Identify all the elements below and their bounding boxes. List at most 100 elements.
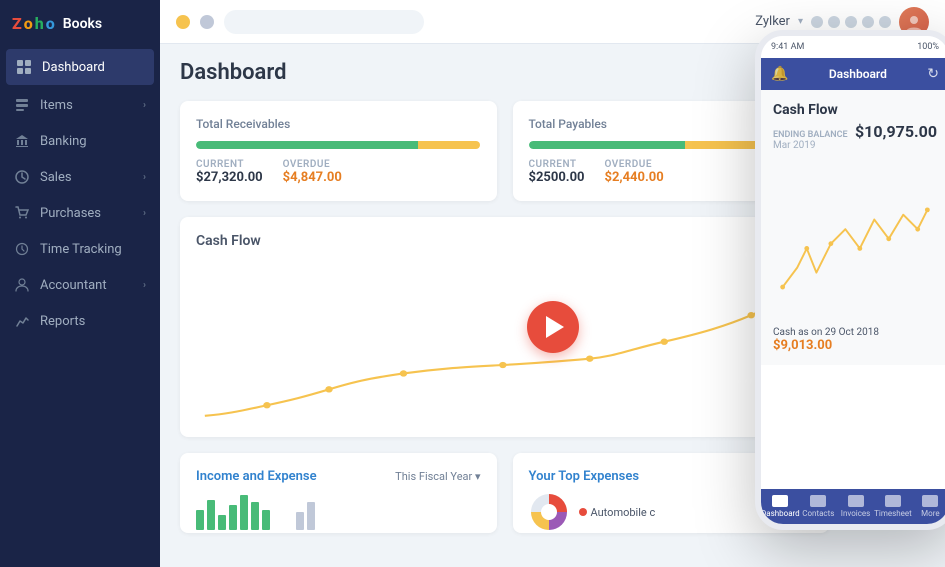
phone-nav-more-label: More xyxy=(921,509,939,518)
sidebar-item-items[interactable]: Items › xyxy=(0,87,160,123)
sidebar-item-accountant[interactable]: Accountant › xyxy=(0,267,160,303)
receivables-amounts: CURRENT $27,320.00 OVERDUE $4,847.00 xyxy=(196,159,481,185)
phone-screen: 9:41 AM 100% 🔔 Dashboard ↻ Cash Flow END… xyxy=(761,36,945,524)
receivables-current-label: CURRENT xyxy=(196,159,263,170)
phone-nav-contacts[interactable]: Contacts xyxy=(800,495,837,518)
phone-nav-invoices-label: Invoices xyxy=(841,509,870,518)
play-button[interactable] xyxy=(527,301,579,353)
sidebar-item-banking[interactable]: Banking xyxy=(0,123,160,159)
bar-3 xyxy=(218,515,226,530)
sales-icon xyxy=(14,169,30,185)
topbar-dot-1 xyxy=(811,16,823,28)
fiscal-year-dropdown[interactable]: This Fiscal Year ▾ xyxy=(395,470,480,483)
payables-overdue-amount: $2,440.00 xyxy=(604,170,663,185)
phone-time: 9:41 AM xyxy=(771,42,804,52)
phone-navbar: 🔔 Dashboard ↻ xyxy=(761,58,945,90)
accountant-icon xyxy=(14,277,30,293)
phone-nav-dashboard-label: Dashboard xyxy=(761,509,800,518)
logo-area: Zoho Books xyxy=(0,0,160,47)
income-expense-chart xyxy=(196,492,481,530)
phone-battery: 100% xyxy=(917,42,939,52)
phone-nav-invoices-icon xyxy=(848,495,864,507)
sidebar-banking-label: Banking xyxy=(40,134,146,149)
topbar-circle-yellow xyxy=(176,15,190,29)
receivables-progress-bar xyxy=(196,141,481,149)
receivables-overdue-label: OVERDUE xyxy=(283,159,342,170)
phone-nav-timesheet-icon xyxy=(885,495,901,507)
sidebar-item-reports[interactable]: Reports xyxy=(0,303,160,339)
income-expense-header: Income and Expense This Fiscal Year ▾ xyxy=(196,469,481,484)
receivables-yellow-bar xyxy=(418,141,481,149)
sidebar-item-dashboard[interactable]: Dashboard xyxy=(6,49,154,85)
phone-nav-contacts-label: Contacts xyxy=(802,509,834,518)
dashboard-icon xyxy=(16,59,32,75)
receivables-green-bar xyxy=(196,141,418,149)
dropdown-arrow[interactable]: ▾ xyxy=(798,16,803,27)
phone-nav-timesheet[interactable]: Timesheet xyxy=(874,495,912,518)
user-name: Zylker xyxy=(755,14,790,29)
sales-chevron-icon: › xyxy=(143,172,146,183)
receivables-title: Total Receivables xyxy=(196,117,481,131)
phone-nav-contacts-icon xyxy=(810,495,826,507)
bar-6 xyxy=(251,502,259,530)
phone-overlay: 9:41 AM 100% 🔔 Dashboard ↻ Cash Flow END… xyxy=(755,30,945,530)
phone-nav-timesheet-label: Timesheet xyxy=(874,509,912,518)
bar-2 xyxy=(207,500,215,530)
logo-o2: o xyxy=(46,14,55,33)
sidebar-item-purchases[interactable]: Purchases › xyxy=(0,195,160,231)
phone-balance-amount: $10,975.00 xyxy=(855,122,937,141)
phone-nav-more-icon xyxy=(922,495,938,507)
phone-nav-title: Dashboard xyxy=(829,67,887,81)
phone-chart-area xyxy=(773,159,937,319)
sidebar-accountant-label: Accountant xyxy=(40,278,133,293)
zoho-logo: Zoho xyxy=(12,14,55,33)
items-icon xyxy=(14,97,30,113)
banking-icon xyxy=(14,133,30,149)
phone-balance-row: ENDING BALANCE Mar 2019 $10,975.00 xyxy=(773,122,937,151)
phone-balance-block: ENDING BALANCE Mar 2019 $10,975.00 xyxy=(773,122,937,151)
phone-refresh-icon[interactable]: ↻ xyxy=(927,66,939,82)
payables-overdue-block: OVERDUE $2,440.00 xyxy=(604,159,663,185)
receivables-current-amount: $27,320.00 xyxy=(196,170,263,185)
logo-h: h xyxy=(35,14,44,33)
logo-o1: o xyxy=(24,14,33,33)
phone-content: Cash Flow ENDING BALANCE Mar 2019 $10,97… xyxy=(761,90,945,365)
sidebar-item-time-tracking[interactable]: Time Tracking xyxy=(0,231,160,267)
sidebar-reports-label: Reports xyxy=(40,314,146,329)
sidebar-sales-label: Sales xyxy=(40,170,133,185)
sidebar-items-label: Items xyxy=(40,98,133,113)
automobile-label: Automobile c xyxy=(579,506,656,519)
phone-balance-info: ENDING BALANCE Mar 2019 xyxy=(773,130,848,151)
topbar-search-bar xyxy=(224,10,424,34)
phone-cash-note-date: Cash as on 29 Oct 2018 xyxy=(773,327,937,338)
logo-z: Z xyxy=(12,14,22,33)
purchases-chevron-icon: › xyxy=(143,208,146,219)
phone-chart-svg xyxy=(773,159,937,309)
logo-books: Books xyxy=(63,16,102,32)
phone-status-bar: 9:41 AM 100% xyxy=(761,36,945,58)
payables-current-amount: $2500.00 xyxy=(529,170,585,185)
items-chevron-icon: › xyxy=(143,100,146,111)
sidebar-time-label: Time Tracking xyxy=(40,242,146,257)
phone-bell-icon: 🔔 xyxy=(771,66,788,82)
phone-nav-dashboard-icon xyxy=(772,495,788,507)
topbar-dot-2 xyxy=(828,16,840,28)
phone-balance-date: Mar 2019 xyxy=(773,140,848,151)
income-expense-title: Income and Expense xyxy=(196,469,317,484)
payables-green-bar xyxy=(529,141,685,149)
purchases-icon xyxy=(14,205,30,221)
receivables-current-block: CURRENT $27,320.00 xyxy=(196,159,263,185)
play-icon xyxy=(546,316,564,338)
reports-icon xyxy=(14,313,30,329)
automobile-dot xyxy=(579,508,587,516)
phone-nav-invoices[interactable]: Invoices xyxy=(837,495,874,518)
top-expenses-title: Your Top Expenses xyxy=(529,469,640,484)
sidebar-item-sales[interactable]: Sales › xyxy=(0,159,160,195)
bar-7 xyxy=(262,510,270,530)
receivables-overdue-block: OVERDUE $4,847.00 xyxy=(283,159,342,185)
total-receivables-card: Total Receivables CURRENT $27,320.00 OVE… xyxy=(180,101,497,201)
phone-nav-more[interactable]: More xyxy=(912,495,945,518)
payables-current-label: CURRENT xyxy=(529,159,585,170)
phone-cashflow-title: Cash Flow xyxy=(773,102,937,118)
phone-nav-dashboard[interactable]: Dashboard xyxy=(761,495,800,518)
